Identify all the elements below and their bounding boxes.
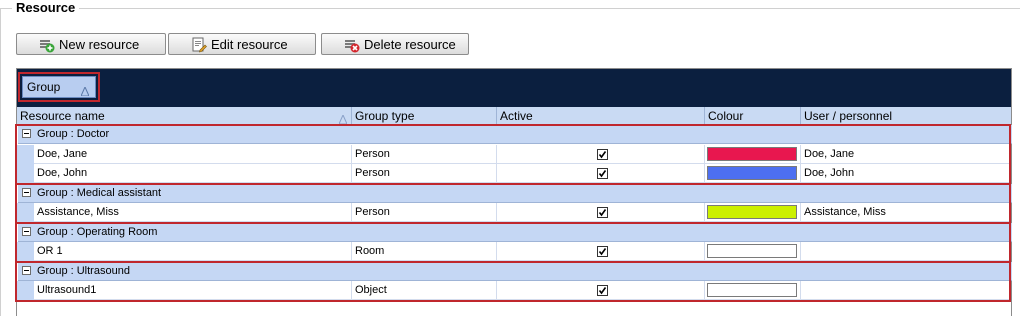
active-checkbox[interactable] bbox=[597, 246, 608, 257]
collapse-toggle-icon[interactable] bbox=[22, 226, 31, 236]
colour-cell bbox=[705, 242, 801, 261]
active-cell bbox=[497, 164, 705, 183]
group-indent bbox=[17, 242, 34, 262]
colour-swatch[interactable] bbox=[707, 205, 797, 219]
section-border bbox=[0, 8, 1020, 9]
colour-cell bbox=[705, 144, 801, 164]
group-header-row: Group : Doctor bbox=[18, 125, 1012, 144]
column-header-label: Active bbox=[500, 109, 533, 123]
resource-grid: Group Resource name Group type Active Co… bbox=[15, 68, 1012, 316]
section-title: Resource bbox=[12, 0, 80, 16]
column-header-user-personnel[interactable]: User / personnel bbox=[801, 107, 1011, 125]
group-by-highlight bbox=[18, 72, 100, 102]
type-cell: Room bbox=[352, 242, 497, 261]
table-row[interactable]: Doe, Jane Person Doe, Jane bbox=[34, 144, 1011, 164]
edit-resource-button[interactable]: Edit resource bbox=[168, 33, 316, 55]
group-header-row: Group : Operating Room bbox=[18, 222, 1012, 242]
collapse-toggle-icon[interactable] bbox=[22, 187, 31, 197]
user-cell bbox=[801, 242, 1011, 261]
group-header-label: Group : Medical assistant bbox=[37, 186, 162, 199]
name-cell: Assistance, Miss bbox=[34, 203, 352, 222]
group-by-panel: Group bbox=[17, 69, 1011, 107]
name-cell: Doe, John bbox=[34, 164, 352, 183]
section-border-left bbox=[0, 8, 1, 316]
delete-resource-button[interactable]: Delete resource bbox=[321, 33, 469, 55]
table-row[interactable]: Doe, John Person Doe, John bbox=[34, 164, 1011, 183]
type-cell: Person bbox=[352, 203, 497, 222]
collapse-toggle-icon[interactable] bbox=[22, 129, 31, 138]
colour-swatch[interactable] bbox=[707, 244, 797, 258]
edit-document-icon bbox=[191, 37, 207, 53]
type-cell: Person bbox=[352, 164, 497, 183]
user-cell: Assistance, Miss bbox=[804, 206, 886, 218]
group-header-label: Group : Doctor bbox=[37, 128, 110, 140]
delete-resource-label: Delete resource bbox=[364, 36, 456, 52]
table-row[interactable]: OR 1 Room bbox=[34, 242, 1011, 261]
user-cell: Doe, John bbox=[804, 167, 855, 179]
colour-swatch[interactable] bbox=[707, 166, 797, 180]
new-resource-button[interactable]: New resource bbox=[16, 33, 166, 55]
colour-cell bbox=[705, 281, 801, 300]
name-cell: OR 1 bbox=[34, 242, 352, 261]
group-header-label: Group : Operating Room bbox=[37, 225, 158, 238]
column-header-active[interactable]: Active bbox=[497, 107, 705, 125]
user-cell bbox=[801, 281, 1011, 300]
sort-ascending-icon bbox=[338, 111, 348, 125]
table-row[interactable]: Assistance, Miss Person Assistance, Miss bbox=[34, 203, 1011, 222]
active-cell bbox=[497, 242, 705, 261]
colour-swatch[interactable] bbox=[707, 283, 797, 297]
colour-cell bbox=[705, 203, 801, 222]
group-header-label: Group : Ultrasound bbox=[37, 264, 130, 277]
column-header-row: Resource name Group type Active Colour U… bbox=[17, 107, 1011, 125]
active-checkbox[interactable] bbox=[597, 148, 608, 160]
column-header-label: Colour bbox=[708, 109, 744, 123]
group-header-row: Group : Ultrasound bbox=[18, 261, 1012, 281]
column-header-label: Group type bbox=[355, 109, 415, 123]
add-document-icon bbox=[39, 37, 55, 53]
type-cell: Object bbox=[352, 281, 497, 300]
active-cell bbox=[497, 144, 705, 164]
name-cell: Doe, Jane bbox=[34, 144, 352, 164]
active-cell bbox=[497, 281, 705, 300]
group-indent bbox=[17, 144, 34, 184]
column-header-group-type[interactable]: Group type bbox=[352, 107, 497, 125]
group-indent bbox=[17, 203, 34, 223]
column-header-label: User / personnel bbox=[804, 109, 893, 123]
active-checkbox[interactable] bbox=[597, 285, 608, 296]
user-cell: Doe, Jane bbox=[804, 147, 855, 160]
column-header-resource-name[interactable]: Resource name bbox=[17, 107, 352, 125]
active-cell bbox=[497, 203, 705, 222]
delete-document-icon bbox=[344, 37, 360, 53]
colour-swatch[interactable] bbox=[707, 146, 797, 161]
column-header-colour[interactable]: Colour bbox=[705, 107, 801, 125]
active-checkbox[interactable] bbox=[597, 207, 608, 218]
active-checkbox[interactable] bbox=[597, 168, 608, 179]
new-resource-label: New resource bbox=[59, 36, 140, 52]
group-indent bbox=[17, 281, 34, 301]
colour-cell bbox=[705, 164, 801, 183]
column-header-label: Resource name bbox=[20, 109, 105, 123]
collapse-toggle-icon[interactable] bbox=[22, 265, 31, 275]
table-row[interactable]: Ultrasound1 Object bbox=[34, 281, 1011, 300]
edit-resource-label: Edit resource bbox=[211, 36, 288, 52]
group-header-row: Group : Medical assistant bbox=[18, 183, 1012, 203]
type-cell: Person bbox=[352, 144, 497, 164]
name-cell: Ultrasound1 bbox=[34, 281, 352, 300]
